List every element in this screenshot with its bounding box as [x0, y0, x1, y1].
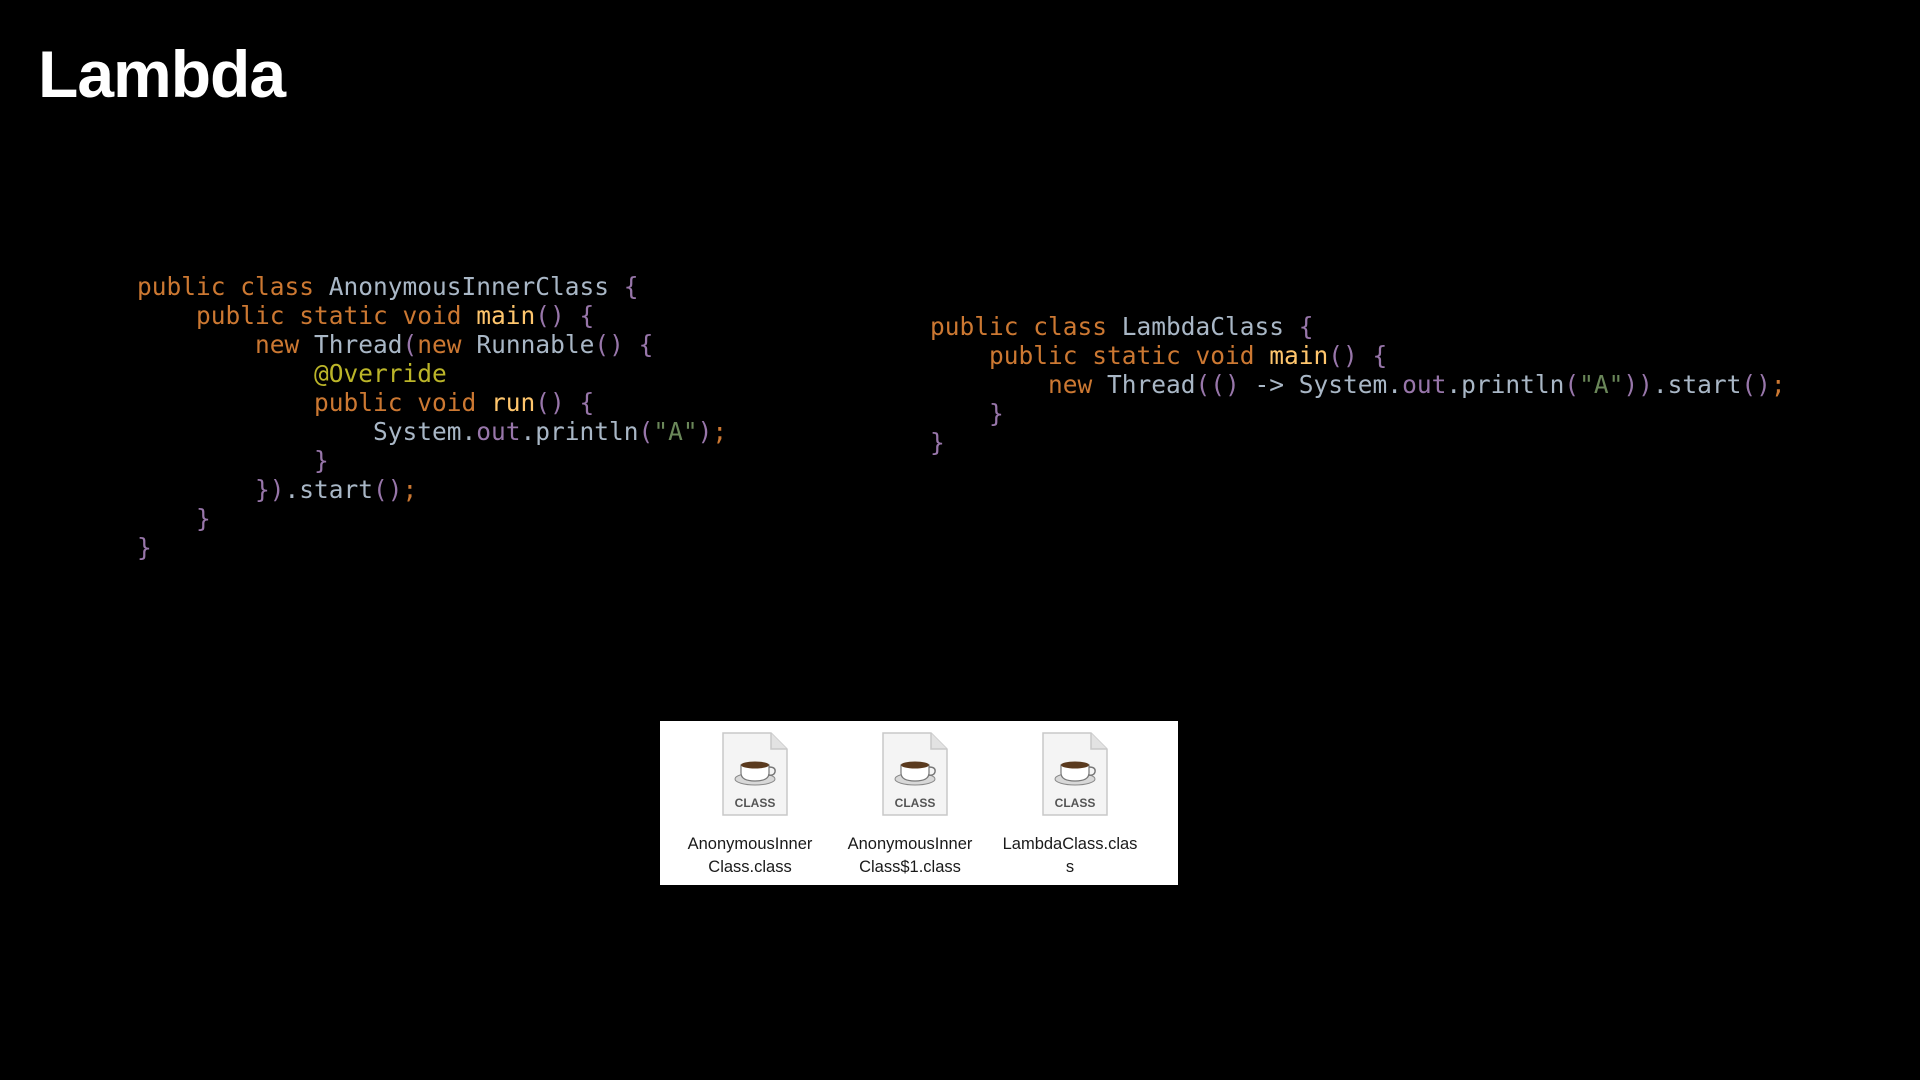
file-name: AnonymousInner Class$1.class: [847, 835, 973, 876]
java-class-file-icon: CLASS: [882, 732, 948, 816]
code-token: public class: [930, 312, 1122, 341]
code-line: public static void main() {: [137, 301, 727, 330]
file-item[interactable]: CLASS AnonymousInner Class.class: [675, 721, 825, 885]
anonymous-inner-class-code: public class AnonymousInnerClass { publi…: [137, 272, 727, 562]
code-line: }: [137, 504, 727, 533]
code-token: .start: [284, 475, 374, 504]
code-token: ((): [1195, 370, 1255, 399]
code-token: LambdaClass: [1121, 312, 1299, 341]
code-token: {: [1298, 312, 1314, 341]
code-line: }: [137, 446, 727, 475]
file-name: AnonymousInner Class.class: [687, 835, 813, 876]
java-class-file-icon: CLASS: [722, 732, 788, 816]
code-token: () {: [1328, 341, 1388, 370]
code-token: (): [373, 475, 403, 504]
code-token: public void: [137, 388, 492, 417]
code-token: out: [1402, 370, 1447, 399]
code-token: "A": [1579, 370, 1624, 399]
code-line: }).start();: [137, 475, 727, 504]
code-token: }: [930, 428, 945, 457]
code-token: run: [491, 388, 536, 417]
file-item[interactable]: CLASS LambdaClass.clas s: [995, 721, 1145, 885]
code-token: () {: [535, 301, 595, 330]
java-class-file-icon: CLASS: [1042, 732, 1108, 816]
code-token: Thread: [1107, 370, 1196, 399]
slide: Lambda public class AnonymousInnerClass …: [0, 0, 1920, 1080]
code-line: @Override: [137, 359, 727, 388]
code-token: new: [417, 330, 477, 359]
code-line: new Thread(() -> System.out.println("A")…: [930, 370, 1786, 399]
svg-text:CLASS: CLASS: [735, 796, 776, 810]
code-line: public void run() {: [137, 388, 727, 417]
svg-text:CLASS: CLASS: [1055, 796, 1096, 810]
code-token: ;: [402, 475, 418, 504]
code-token: Runnable: [476, 330, 595, 359]
code-token: () {: [594, 330, 654, 359]
code-token: }): [137, 475, 285, 504]
code-token: )): [1623, 370, 1653, 399]
class-files-panel: CLASS AnonymousInner Class.class CLASS A…: [660, 721, 1178, 885]
file-name: LambdaClass.clas s: [1002, 835, 1138, 876]
code-token: Thread: [314, 330, 403, 359]
code-token: AnonymousInnerClass: [328, 272, 624, 301]
code-line: System.out.println("A");: [137, 417, 727, 446]
code-line: }: [930, 399, 1786, 428]
code-line: new Thread(new Runnable() {: [137, 330, 727, 359]
code-token: (: [402, 330, 418, 359]
code-token: ): [697, 417, 713, 446]
code-line: }: [137, 533, 727, 562]
code-token: System.: [137, 417, 477, 446]
code-token: {: [623, 272, 639, 301]
lambda-class-code: public class LambdaClass { public static…: [930, 312, 1786, 457]
code-token: public static void: [137, 301, 477, 330]
code-token: -> System.: [1254, 370, 1403, 399]
code-line: public static void main() {: [930, 341, 1786, 370]
code-token: @Override: [137, 359, 447, 388]
code-token: ;: [1770, 370, 1786, 399]
slide-title: Lambda: [38, 37, 286, 111]
code-token: new: [930, 370, 1108, 399]
code-token: }: [137, 533, 152, 562]
code-line: public class AnonymousInnerClass {: [137, 272, 727, 301]
code-token: () {: [535, 388, 595, 417]
code-token: ;: [712, 417, 728, 446]
code-line: }: [930, 428, 1786, 457]
code-token: out: [476, 417, 521, 446]
code-token: (: [638, 417, 654, 446]
code-token: (): [1741, 370, 1771, 399]
code-token: .println: [520, 417, 639, 446]
code-token: .println: [1446, 370, 1565, 399]
code-token: (: [1564, 370, 1580, 399]
code-token: new: [137, 330, 315, 359]
file-item[interactable]: CLASS AnonymousInner Class$1.class: [835, 721, 985, 885]
code-token: }: [137, 504, 211, 533]
code-token: .start: [1652, 370, 1742, 399]
code-line: public class LambdaClass {: [930, 312, 1786, 341]
code-token: main: [1269, 341, 1329, 370]
code-token: "A": [653, 417, 698, 446]
code-token: }: [137, 446, 329, 475]
svg-text:CLASS: CLASS: [895, 796, 936, 810]
code-token: main: [476, 301, 536, 330]
code-token: public static void: [930, 341, 1270, 370]
code-token: public class: [137, 272, 329, 301]
code-token: }: [930, 399, 1004, 428]
